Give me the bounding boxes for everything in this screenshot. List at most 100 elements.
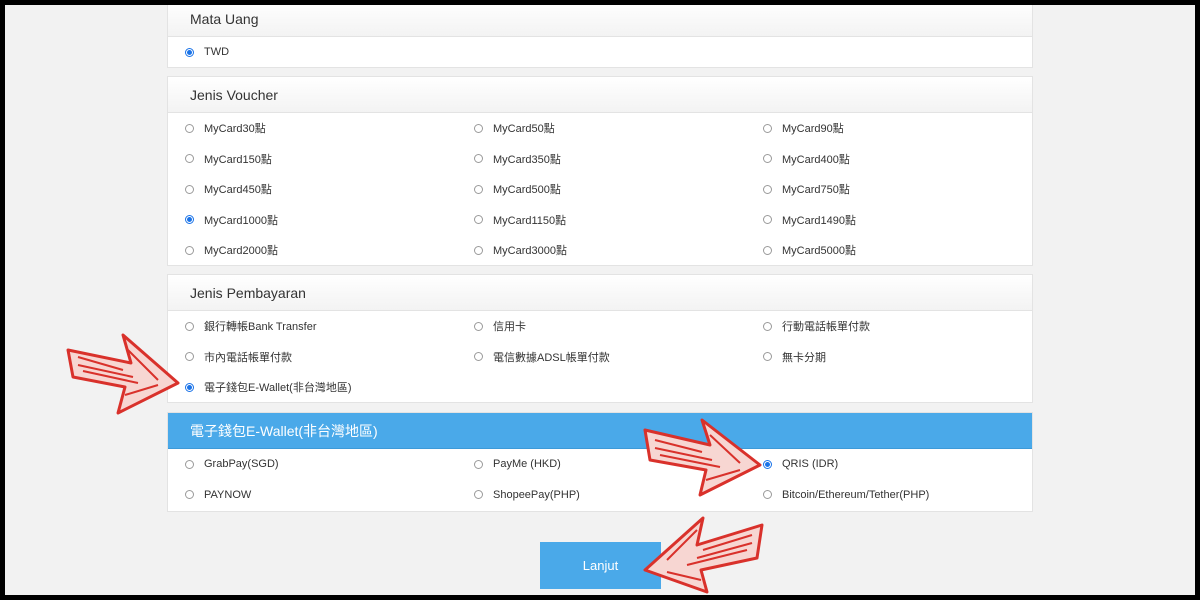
radio-option[interactable]: TWD <box>168 37 457 68</box>
radio-option-label: MyCard90點 <box>782 123 844 136</box>
radio-unchecked-icon[interactable] <box>474 123 483 133</box>
radio-option-label: 市內電話帳單付款 <box>204 351 292 364</box>
radio-option-label: MyCard50點 <box>493 123 555 136</box>
radio-unchecked-icon[interactable] <box>474 215 483 225</box>
radio-unchecked-icon[interactable] <box>763 215 772 225</box>
payment-panel: Jenis Pembayaran 銀行轉帳Bank Transfer 信用卡 行動電… <box>167 274 1033 403</box>
radio-option-label: 銀行轉帳Bank Transfer <box>204 321 317 334</box>
radio-unchecked-icon[interactable] <box>763 490 772 500</box>
radio-option-label: MyCard3000點 <box>493 245 567 258</box>
radio-unchecked-icon[interactable] <box>763 123 772 133</box>
radio-option[interactable]: MyCard1000點 <box>168 205 457 236</box>
lanjut-button[interactable]: Lanjut <box>540 542 661 589</box>
radio-unchecked-icon[interactable] <box>763 245 772 255</box>
radio-unchecked-icon[interactable] <box>763 321 772 331</box>
currency-panel: Mata Uang TWD <box>167 5 1033 68</box>
ewallet-panel: 電子錢包E-Wallet(非台灣地區) GrabPay(SGD) PayMe (H… <box>167 412 1033 512</box>
radio-option[interactable]: QRIS (IDR) <box>746 449 1034 480</box>
radio-option-label: 電子錢包E-Wallet(非台灣地區) <box>204 382 352 395</box>
radio-unchecked-icon[interactable] <box>474 184 483 194</box>
radio-unchecked-icon[interactable] <box>185 245 194 255</box>
radio-option[interactable]: PAYNOW <box>168 480 457 511</box>
radio-option-label: ShopeePay(PHP) <box>493 488 580 501</box>
radio-option[interactable]: MyCard50點 <box>457 113 746 144</box>
radio-unchecked-icon[interactable] <box>185 154 194 164</box>
radio-unchecked-icon[interactable] <box>474 352 483 362</box>
radio-checked-icon[interactable] <box>185 215 194 225</box>
radio-unchecked-icon[interactable] <box>763 352 772 362</box>
radio-option-label: MyCard500點 <box>493 184 561 197</box>
ewallet-options: GrabPay(SGD) PayMe (HKD) QRIS (IDR) PAYNOW S… <box>168 449 1032 510</box>
radio-unchecked-icon[interactable] <box>185 490 194 500</box>
radio-option[interactable]: 行動電話帳單付款 <box>746 311 1034 342</box>
radio-option[interactable]: PayMe (HKD) <box>457 449 746 480</box>
radio-option[interactable]: MyCard3000點 <box>457 235 746 266</box>
arrow-right-icon <box>66 333 180 415</box>
radio-option[interactable]: 電子錢包E-Wallet(非台灣地區) <box>168 372 457 403</box>
radio-option-label: MyCard2000點 <box>204 245 278 258</box>
radio-option[interactable]: MyCard500點 <box>457 174 746 205</box>
radio-checked-icon[interactable] <box>763 459 772 469</box>
payment-options: 銀行轉帳Bank Transfer 信用卡 行動電話帳單付款市內電話帳單付款 電信數據… <box>168 311 1032 403</box>
radio-option[interactable]: 信用卡 <box>457 311 746 342</box>
ewallet-panel-title: 電子錢包E-Wallet(非台灣地區) <box>168 413 1032 449</box>
voucher-panel-title: Jenis Voucher <box>168 77 1032 113</box>
radio-unchecked-icon[interactable] <box>185 184 194 194</box>
radio-option[interactable]: MyCard90點 <box>746 113 1034 144</box>
radio-unchecked-icon[interactable] <box>185 459 194 469</box>
radio-option[interactable]: MyCard400點 <box>746 144 1034 175</box>
radio-option[interactable]: Bitcoin/Ethereum/Tether(PHP) <box>746 480 1034 511</box>
radio-unchecked-icon[interactable] <box>763 184 772 194</box>
radio-option[interactable]: 銀行轉帳Bank Transfer <box>168 311 457 342</box>
radio-checked-icon[interactable] <box>185 47 194 57</box>
radio-option-label: 無卡分期 <box>782 351 826 364</box>
radio-unchecked-icon[interactable] <box>474 459 483 469</box>
radio-option-label: PayMe (HKD) <box>493 458 561 471</box>
radio-option-label: 信用卡 <box>493 321 526 334</box>
radio-unchecked-icon[interactable] <box>763 154 772 164</box>
radio-option[interactable]: 市內電話帳單付款 <box>168 342 457 373</box>
radio-option[interactable]: 無卡分期 <box>746 342 1034 373</box>
radio-option-label: MyCard1490點 <box>782 214 856 227</box>
radio-option[interactable]: MyCard750點 <box>746 174 1034 205</box>
currency-options: TWD <box>168 37 1032 68</box>
radio-option-label: MyCard1150點 <box>493 214 567 227</box>
radio-option[interactable]: MyCard30點 <box>168 113 457 144</box>
radio-unchecked-icon[interactable] <box>185 321 194 331</box>
radio-unchecked-icon[interactable] <box>474 154 483 164</box>
radio-option-label: QRIS (IDR) <box>782 458 839 471</box>
radio-option-label: MyCard30點 <box>204 123 266 136</box>
radio-option-label: TWD <box>204 46 230 59</box>
radio-option[interactable]: MyCard2000點 <box>168 235 457 266</box>
radio-option-label: MyCard1000點 <box>204 214 278 227</box>
radio-unchecked-icon[interactable] <box>185 352 194 362</box>
radio-option-label: MyCard400點 <box>782 153 850 166</box>
payment-panel-title: Jenis Pembayaran <box>168 275 1032 311</box>
radio-option[interactable]: MyCard350點 <box>457 144 746 175</box>
radio-option[interactable]: MyCard5000點 <box>746 235 1034 266</box>
radio-option-label: MyCard5000點 <box>782 245 856 258</box>
radio-checked-icon[interactable] <box>185 382 194 392</box>
radio-unchecked-icon[interactable] <box>474 245 483 255</box>
page-frame: Mata Uang TWD Jenis Voucher MyCard30點 MyC… <box>5 5 1195 595</box>
voucher-options: MyCard30點 MyCard50點 MyCard90點 MyCard150點 MyC… <box>168 113 1032 266</box>
currency-panel-title: Mata Uang <box>168 5 1032 37</box>
radio-option[interactable]: MyCard150點 <box>168 144 457 175</box>
radio-option-label: Bitcoin/Ethereum/Tether(PHP) <box>782 488 930 501</box>
radio-option[interactable]: MyCard450點 <box>168 174 457 205</box>
radio-option-label: MyCard350點 <box>493 153 561 166</box>
radio-unchecked-icon[interactable] <box>474 321 483 331</box>
radio-option-label: MyCard450點 <box>204 184 272 197</box>
radio-option[interactable]: ShopeePay(PHP) <box>457 480 746 511</box>
radio-option[interactable]: MyCard1150點 <box>457 205 746 236</box>
radio-option[interactable]: GrabPay(SGD) <box>168 449 457 480</box>
radio-option[interactable]: 電信數據ADSL帳單付款 <box>457 342 746 373</box>
radio-unchecked-icon[interactable] <box>474 490 483 500</box>
radio-option[interactable]: MyCard1490點 <box>746 205 1034 236</box>
radio-option-label: PAYNOW <box>204 488 252 501</box>
radio-option-label: GrabPay(SGD) <box>204 458 279 471</box>
radio-unchecked-icon[interactable] <box>185 123 194 133</box>
radio-option-label: 電信數據ADSL帳單付款 <box>493 351 610 364</box>
radio-option-label: 行動電話帳單付款 <box>782 321 870 334</box>
voucher-panel: Jenis Voucher MyCard30點 MyCard50點 MyCard90… <box>167 76 1033 266</box>
